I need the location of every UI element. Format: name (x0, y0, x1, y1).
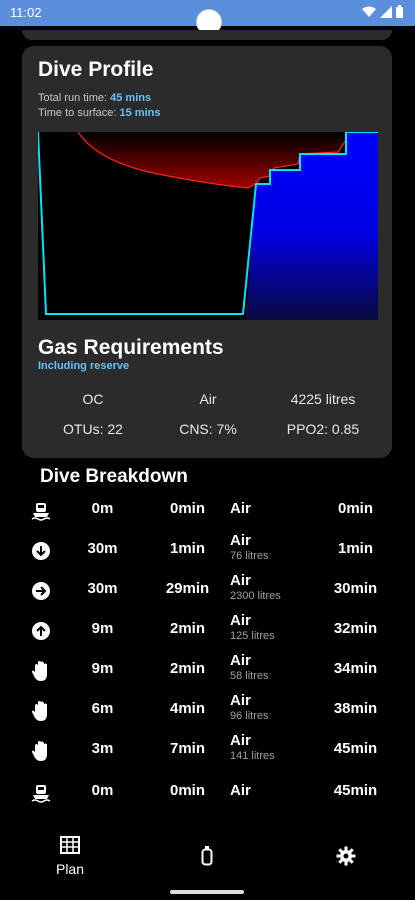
gas-requirements-title: Gas Requirements (38, 336, 224, 359)
breakdown-row: 9m 2min Air 58 litres 34min (0, 652, 415, 692)
surface-label: Time to surface: (38, 107, 120, 119)
row-runtime: 38min (333, 700, 378, 717)
dive-profile-chart (38, 132, 378, 320)
stop-hand-icon (30, 740, 52, 762)
dive-breakdown-title: Dive Breakdown (40, 466, 188, 487)
row-runtime: 1min (337, 540, 373, 557)
bottom-navigation: Plan (0, 826, 415, 900)
row-duration: 7min (169, 740, 205, 757)
status-icons (362, 5, 403, 18)
row-litres: 125 litres (230, 630, 275, 642)
row-gas: Air (230, 532, 251, 549)
row-depth: 0m (91, 500, 114, 517)
row-depth: 0m (91, 782, 114, 799)
breakdown-row: 6m 4min Air 96 litres 38min (0, 692, 415, 732)
row-depth: 30m (87, 540, 118, 557)
row-gas: Air (230, 500, 251, 517)
row-depth: 3m (91, 740, 114, 757)
breakdown-row: 0m 0min Air 45min (0, 774, 415, 814)
dive-profile-title: Dive Profile (38, 58, 154, 81)
time-to-surface: Time to surface: 15 mins (38, 107, 160, 119)
stop-hand-icon (30, 700, 52, 722)
run-time-value: 45 mins (110, 92, 152, 104)
row-depth: 9m (91, 660, 114, 677)
nav-gas[interactable] (177, 846, 237, 871)
row-duration: 2min (169, 660, 205, 677)
cns-value: CNS: 7% (179, 421, 237, 437)
ascend-icon (30, 620, 52, 642)
dive-profile-card: Dive Profile Total run time: 45 mins Tim… (22, 46, 392, 458)
gas-mode: OC (82, 391, 104, 407)
row-litres: 76 litres (230, 550, 269, 562)
breakdown-row: 0m 0min Air 0min (0, 492, 415, 532)
row-runtime: 34min (333, 660, 378, 677)
row-depth: 9m (91, 620, 114, 637)
row-runtime: 30min (333, 580, 378, 597)
row-litres: 141 litres (230, 750, 275, 762)
row-depth: 6m (91, 700, 114, 717)
descend-icon (30, 540, 52, 562)
row-gas: Air (230, 572, 251, 589)
row-litres: 2300 litres (230, 590, 281, 602)
stop-hand-icon (30, 660, 52, 682)
row-litres: 96 litres (230, 710, 269, 722)
row-runtime: 45min (333, 782, 378, 799)
row-gas: Air (230, 782, 251, 799)
grid-icon (60, 836, 80, 854)
gas-volume: 4225 litres (290, 391, 356, 407)
gear-icon (336, 846, 356, 866)
nav-plan-label: Plan (55, 861, 85, 877)
signal-icon (380, 5, 392, 18)
row-duration: 29min (165, 580, 210, 597)
previous-card-edge (22, 30, 392, 40)
nav-settings[interactable] (316, 846, 376, 871)
row-duration: 2min (169, 620, 205, 637)
otus-value: OTUs: 22 (63, 421, 123, 437)
row-duration: 0min (169, 782, 205, 799)
row-gas: Air (230, 612, 251, 629)
row-litres: 58 litres (230, 670, 269, 682)
ppo2-value: PPO2: 0.85 (286, 421, 360, 437)
home-indicator[interactable] (170, 890, 244, 894)
boat-icon (30, 500, 52, 522)
gas-type: Air (199, 391, 217, 407)
row-duration: 4min (169, 700, 205, 717)
battery-icon (396, 5, 403, 18)
breakdown-row: 3m 7min Air 141 litres 45min (0, 732, 415, 772)
row-duration: 0min (169, 500, 205, 517)
total-run-time: Total run time: 45 mins (38, 92, 151, 104)
nav-plan[interactable]: Plan (40, 836, 100, 877)
row-duration: 1min (169, 540, 205, 557)
level-icon (30, 580, 52, 602)
breakdown-row: 9m 2min Air 125 litres 32min (0, 612, 415, 652)
wifi-icon (362, 6, 376, 17)
run-time-label: Total run time: (38, 92, 111, 104)
breakdown-row: 30m 1min Air 76 litres 1min (0, 532, 415, 572)
row-gas: Air (230, 652, 251, 669)
cylinder-icon (201, 846, 213, 866)
row-gas: Air (230, 692, 251, 709)
boat-icon (30, 782, 52, 804)
row-gas: Air (230, 732, 251, 749)
row-runtime: 0min (337, 500, 373, 517)
row-depth: 30m (87, 580, 118, 597)
row-runtime: 45min (333, 740, 378, 757)
status-time: 11:02 (10, 5, 42, 20)
breakdown-row: 30m 29min Air 2300 litres 30min (0, 572, 415, 612)
gas-requirements-subtitle: Including reserve (38, 360, 130, 372)
row-runtime: 32min (333, 620, 378, 637)
surface-value: 15 mins (119, 107, 161, 119)
